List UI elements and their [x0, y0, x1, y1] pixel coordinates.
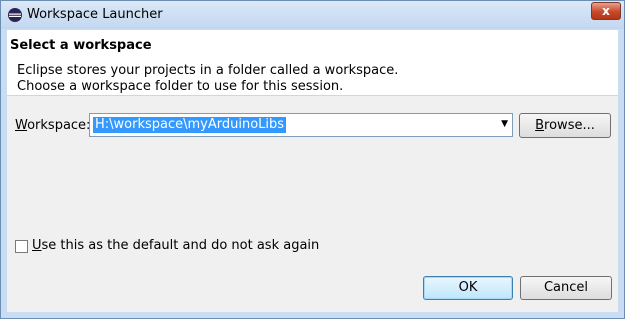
cancel-button[interactable]: Cancel: [520, 276, 612, 300]
eclipse-icon: [8, 8, 22, 22]
workspace-combo[interactable]: H:\workspace\myArduinoLibs ▼: [89, 113, 513, 137]
default-workspace-label[interactable]: Use this as the default and do not ask a…: [32, 238, 319, 253]
default-workspace-checkbox[interactable]: [15, 240, 28, 253]
header-description: Eclipse stores your projects in a folder…: [17, 63, 398, 95]
ok-button[interactable]: OK: [423, 276, 513, 300]
description-line-2: Choose a workspace folder to use for thi…: [17, 79, 344, 94]
workspace-label: Workspace:: [15, 118, 91, 133]
browse-button[interactable]: Browse...: [519, 113, 611, 138]
title-bar[interactable]: Workspace Launcher x: [1, 1, 624, 29]
window-title: Workspace Launcher: [27, 7, 163, 22]
chevron-down-icon[interactable]: ▼: [501, 119, 508, 129]
dialog-body: Workspace: H:\workspace\myArduinoLibs ▼ …: [7, 96, 618, 312]
workspace-launcher-window: Workspace Launcher x Select a workspace …: [0, 0, 625, 319]
workspace-path-value[interactable]: H:\workspace\myArduinoLibs: [93, 117, 287, 133]
close-icon: x: [602, 4, 610, 18]
dialog-header: Select a workspace Eclipse stores your p…: [7, 30, 618, 96]
close-button[interactable]: x: [591, 2, 621, 20]
header-title: Select a workspace: [10, 38, 152, 53]
description-line-1: Eclipse stores your projects in a folder…: [17, 63, 399, 78]
